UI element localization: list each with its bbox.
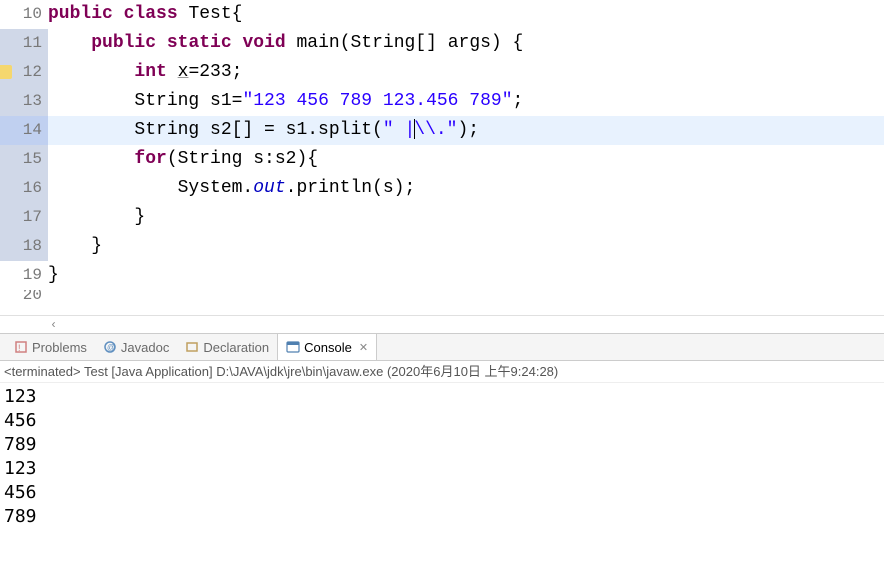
tab-problems[interactable]: ! Problems	[6, 334, 95, 360]
code-content[interactable]: public class Test{ public static void ma…	[48, 0, 884, 315]
line-number: 15	[0, 145, 48, 174]
console-line: 456	[4, 409, 880, 433]
code-token: String s2[] = s1.split(	[134, 120, 382, 140]
problems-icon: !	[14, 340, 28, 354]
svg-text:!: !	[18, 343, 21, 353]
line-gutter: 1011121314151617181920	[0, 0, 48, 315]
code-line[interactable]: }	[48, 261, 884, 290]
code-line[interactable]: public static void main(String[] args) {	[48, 29, 884, 58]
line-number: 11	[0, 29, 48, 58]
line-number: 16	[0, 174, 48, 203]
code-token: int	[134, 62, 166, 82]
code-token: for	[134, 149, 166, 169]
code-line[interactable]: }	[48, 232, 884, 261]
code-token: \\."	[414, 120, 457, 140]
code-token	[232, 33, 243, 53]
code-line[interactable]: for(String s:s2){	[48, 145, 884, 174]
tab-label: Problems	[32, 340, 87, 355]
javadoc-icon: @	[103, 340, 117, 354]
console-line: 789	[4, 433, 880, 457]
line-number: 18	[0, 232, 48, 261]
close-icon[interactable]: ✕	[359, 341, 368, 354]
code-token: System.	[178, 178, 254, 198]
tab-javadoc[interactable]: @ Javadoc	[95, 334, 177, 360]
console-status-bar: <terminated> Test [Java Application] D:\…	[0, 361, 884, 383]
code-token: x	[178, 62, 189, 82]
scroll-left-icon[interactable]: ‹	[50, 318, 57, 332]
code-line[interactable]: System.out.println(s);	[48, 174, 884, 203]
code-token: "123 456 789 123.456 789"	[242, 91, 512, 111]
tab-label: Declaration	[203, 340, 269, 355]
console-line: 123	[4, 385, 880, 409]
horizontal-scrollbar[interactable]: ‹	[0, 315, 884, 333]
tab-declaration[interactable]: Declaration	[177, 334, 277, 360]
code-token: public	[48, 4, 113, 24]
console-line: 123	[4, 457, 880, 481]
code-token: " |	[383, 120, 415, 140]
code-token: static	[167, 33, 232, 53]
code-token: String s1=	[134, 91, 242, 111]
console-line: 789	[4, 505, 880, 529]
line-number: 12	[0, 58, 48, 87]
code-token: main(String[] args) {	[286, 33, 524, 53]
code-token: public	[91, 33, 156, 53]
tab-console[interactable]: Console ✕	[277, 334, 377, 360]
code-line[interactable]: String s1="123 456 789 123.456 789";	[48, 87, 884, 116]
line-number: 13	[0, 87, 48, 116]
code-line[interactable]: String s2[] = s1.split(" |\\.");	[48, 116, 884, 145]
line-number: 14	[0, 116, 48, 145]
code-line[interactable]: public class Test{	[48, 0, 884, 29]
svg-text:@: @	[107, 343, 115, 352]
tab-label: Console	[304, 340, 352, 355]
warning-icon	[0, 65, 12, 79]
code-token: Test{	[178, 4, 243, 24]
console-line: 456	[4, 481, 880, 505]
code-token: );	[458, 120, 480, 140]
console-output[interactable]: 123456789123456789	[0, 383, 884, 531]
code-line[interactable]: }	[48, 203, 884, 232]
code-token: }	[91, 236, 102, 256]
code-token	[156, 33, 167, 53]
code-editor[interactable]: 1011121314151617181920 public class Test…	[0, 0, 884, 315]
line-number: 10	[0, 0, 48, 29]
code-token: }	[48, 265, 59, 285]
declaration-icon	[185, 340, 199, 354]
line-number: 19	[0, 261, 48, 290]
tab-label: Javadoc	[121, 340, 169, 355]
code-line[interactable]	[48, 290, 884, 304]
code-token: (String s:s2){	[167, 149, 318, 169]
line-number: 17	[0, 203, 48, 232]
code-token: }	[134, 207, 145, 227]
code-token: void	[242, 33, 285, 53]
code-token: ;	[513, 91, 524, 111]
code-token	[167, 62, 178, 82]
code-token: out	[253, 178, 285, 198]
code-token: .println(s);	[286, 178, 416, 198]
code-token	[113, 4, 124, 24]
console-icon	[286, 340, 300, 354]
code-token: =233;	[188, 62, 242, 82]
code-line[interactable]: int x=233;	[48, 58, 884, 87]
bottom-tabs: ! Problems @ Javadoc Declaration Console…	[0, 333, 884, 361]
line-number: 20	[0, 290, 48, 304]
code-token: class	[124, 4, 178, 24]
